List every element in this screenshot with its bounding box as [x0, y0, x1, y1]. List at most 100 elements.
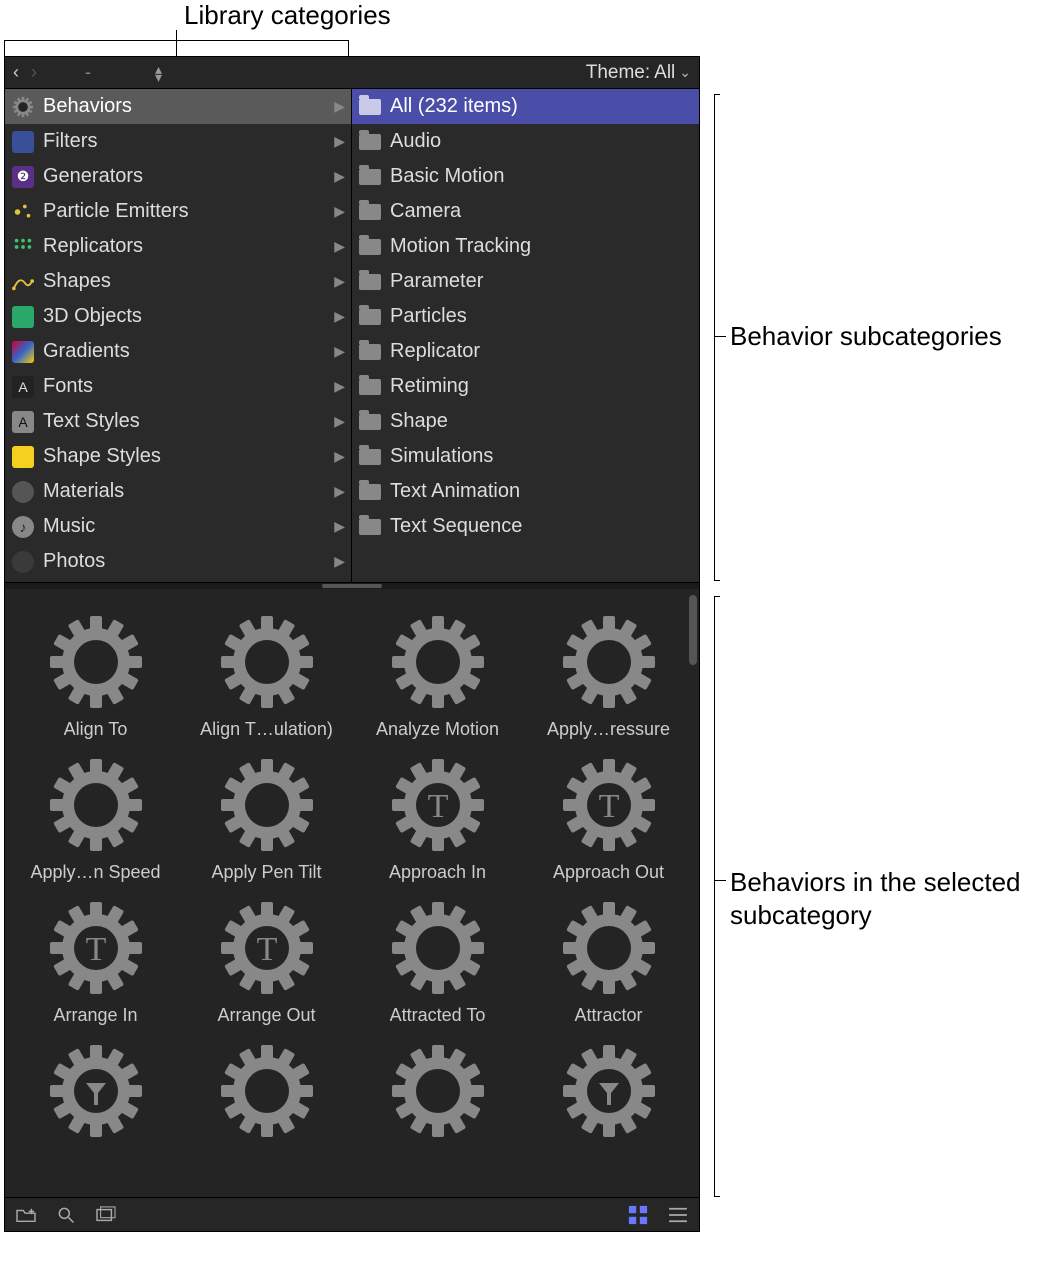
- rep-icon: [9, 235, 37, 259]
- subcategory-list[interactable]: All (232 items) Audio Basic Motion Camera Mo…: [352, 89, 699, 582]
- behavior-item[interactable]: TApproach Out: [526, 750, 691, 883]
- behavior-item[interactable]: Align To: [13, 607, 178, 740]
- subcategory-row[interactable]: All (232 items): [352, 89, 699, 124]
- behavior-item[interactable]: [526, 1036, 691, 1148]
- subcategory-label: Text Sequence: [390, 515, 693, 538]
- behavior-item[interactable]: TArrange Out: [184, 893, 349, 1026]
- category-label: Shape Styles: [43, 445, 328, 468]
- chevron-right-icon: ▶: [334, 553, 345, 570]
- behavior-item[interactable]: TArrange In: [13, 893, 178, 1026]
- category-label: Replicators: [43, 235, 328, 258]
- category-list[interactable]: Behaviors▶ Filters ▶ ❷Generators▶Particle E…: [5, 89, 352, 582]
- behavior-item-label: Approach In: [389, 862, 486, 883]
- category-row-music[interactable]: ♪Music▶: [5, 509, 351, 544]
- lead-line: [714, 94, 715, 580]
- chevron-right-icon: ▶: [334, 98, 345, 115]
- folder-icon: [356, 165, 384, 189]
- category-row-particle-emitters[interactable]: Particle Emitters▶: [5, 194, 351, 229]
- gear-icon: [554, 1036, 664, 1146]
- category-row-text-styles[interactable]: AText Styles▶: [5, 404, 351, 439]
- chevron-down-icon: ⌄: [679, 64, 691, 81]
- behavior-item[interactable]: Apply…ressure: [526, 607, 691, 740]
- gear-icon: [554, 893, 664, 1003]
- scrollbar-thumb[interactable]: [689, 595, 697, 665]
- behavior-item[interactable]: Apply…n Speed: [13, 750, 178, 883]
- behavior-item[interactable]: T Approach In: [355, 750, 520, 883]
- chevron-right-icon: ▶: [334, 133, 345, 150]
- behavior-item-label: Apply…ressure: [547, 719, 670, 740]
- category-row-materials[interactable]: Materials▶: [5, 474, 351, 509]
- subcategory-row[interactable]: Text Sequence: [352, 509, 699, 544]
- category-label: Filters: [43, 130, 328, 153]
- subcategory-row[interactable]: Parameter: [352, 264, 699, 299]
- category-row-shape-styles[interactable]: Shape Styles ▶: [5, 439, 351, 474]
- shapestyle-icon: [9, 445, 37, 469]
- folder-icon: [356, 410, 384, 434]
- category-label: Fonts: [43, 375, 328, 398]
- category-label: Text Styles: [43, 410, 328, 433]
- subcategory-row[interactable]: Basic Motion: [352, 159, 699, 194]
- behavior-item[interactable]: Analyze Motion: [355, 607, 520, 740]
- new-folder-button[interactable]: [15, 1206, 37, 1224]
- category-row-generators[interactable]: ❷Generators▶: [5, 159, 351, 194]
- category-row-fonts[interactable]: AFonts▶: [5, 369, 351, 404]
- subcategory-label: Audio: [390, 130, 693, 153]
- category-row-photos[interactable]: Photos▶: [5, 544, 351, 579]
- gen-icon: ❷: [9, 165, 37, 189]
- subcategory-label: Basic Motion: [390, 165, 693, 188]
- chevron-right-icon: ▶: [334, 448, 345, 465]
- folder-icon: [356, 445, 384, 469]
- category-label: Gradients: [43, 340, 328, 363]
- lead-line-tick: [714, 94, 720, 95]
- subcategory-label: Motion Tracking: [390, 235, 693, 258]
- folder-icon: [356, 340, 384, 364]
- gear-icon: [41, 607, 151, 717]
- behavior-item[interactable]: Attracted To: [355, 893, 520, 1026]
- category-row-filters[interactable]: Filters ▶: [5, 124, 351, 159]
- subcategory-row[interactable]: Shape: [352, 404, 699, 439]
- photos-icon: [9, 550, 37, 574]
- behavior-item-label: Align To: [64, 719, 128, 740]
- subcategory-row[interactable]: Text Animation: [352, 474, 699, 509]
- nav-forward-button[interactable]: ›: [31, 62, 37, 83]
- category-row-replicators[interactable]: Replicators▶: [5, 229, 351, 264]
- subcategory-row[interactable]: Camera: [352, 194, 699, 229]
- behavior-item[interactable]: Attractor: [526, 893, 691, 1026]
- subcategory-row[interactable]: Particles: [352, 299, 699, 334]
- lead-line: [348, 40, 349, 56]
- nav-back-button[interactable]: ‹: [13, 62, 19, 83]
- svg-text:T: T: [85, 931, 106, 968]
- font-icon: A: [9, 375, 37, 399]
- category-row-3d-objects[interactable]: 3D Objects▶: [5, 299, 351, 334]
- svg-text:T: T: [427, 788, 448, 825]
- subcategory-row[interactable]: Motion Tracking: [352, 229, 699, 264]
- subcategory-row[interactable]: Simulations: [352, 439, 699, 474]
- behavior-item[interactable]: [13, 1036, 178, 1148]
- category-row-gradients[interactable]: Gradients▶: [5, 334, 351, 369]
- subcategory-label: Text Animation: [390, 480, 693, 503]
- behavior-item[interactable]: [355, 1036, 520, 1148]
- mat-icon: [9, 480, 37, 504]
- lead-line: [714, 596, 715, 1196]
- theme-popup[interactable]: Theme: All ⌄: [586, 62, 691, 84]
- behavior-item[interactable]: Align T…ulation): [184, 607, 349, 740]
- list-view-button[interactable]: [667, 1206, 689, 1224]
- lead-line-tick: [714, 1196, 720, 1197]
- behavior-item[interactable]: [184, 1036, 349, 1148]
- stack-view-button[interactable]: [95, 1206, 117, 1224]
- category-row-shapes[interactable]: Shapes▶: [5, 264, 351, 299]
- subcategory-row[interactable]: Audio: [352, 124, 699, 159]
- search-button[interactable]: [55, 1206, 77, 1224]
- grid-view-button[interactable]: [627, 1206, 649, 1224]
- lead-line: [4, 40, 5, 56]
- items-grid-panel: Align ToAlign T…ulation)Analyze MotionAp…: [5, 589, 699, 1197]
- subcategory-row[interactable]: Retiming: [352, 369, 699, 404]
- behavior-item[interactable]: Apply Pen Tilt: [184, 750, 349, 883]
- subcategory-label: Shape: [390, 410, 693, 433]
- bottom-toolbar: [5, 1197, 699, 1231]
- path-popup-icon[interactable]: ▴▾: [155, 65, 162, 81]
- annotation-right-upper: Behavior subcategories: [730, 320, 1002, 353]
- shape-icon: [9, 270, 37, 294]
- category-row-behaviors[interactable]: Behaviors▶: [5, 89, 351, 124]
- subcategory-row[interactable]: Replicator: [352, 334, 699, 369]
